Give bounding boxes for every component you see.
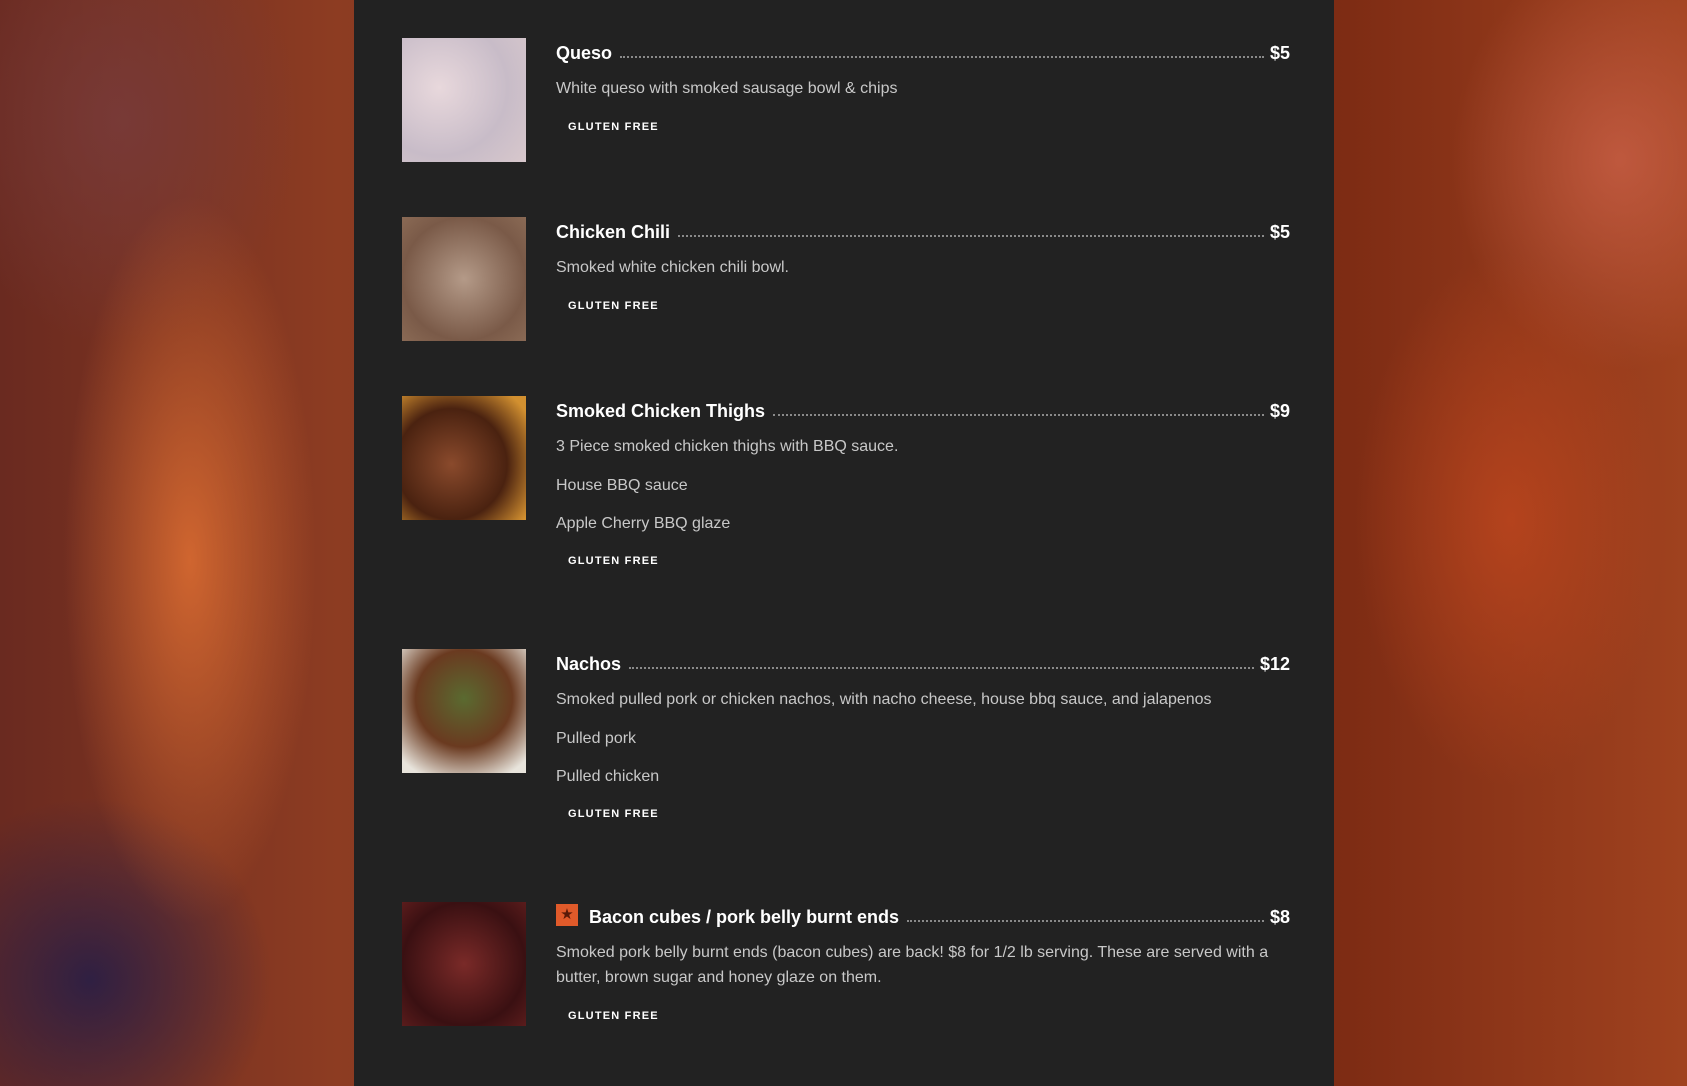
leader-dots: [678, 235, 1264, 237]
menu-item-name: Nachos: [556, 654, 622, 674]
chicken-thighs-photo[interactable]: [402, 396, 526, 520]
menu-item-name: Queso: [556, 43, 613, 63]
menu-item-title-row: Smoked Chicken Thighs $9: [556, 396, 1290, 422]
star-icon: ★: [556, 904, 578, 926]
burnt-ends-photo[interactable]: [402, 902, 526, 1026]
dietary-tag: GLUTEN FREE: [568, 1010, 659, 1022]
leader-dots: [773, 414, 1264, 416]
menu-item-title-row: Chicken Chili $5: [556, 217, 1290, 243]
menu-item-description: Smoked pulled pork or chicken nachos, wi…: [556, 691, 1212, 708]
menu-item-description: Smoked white chicken chili bowl.: [556, 259, 789, 276]
menu-item-body: Nachos $12 Smoked pulled pork or chicken…: [556, 649, 1290, 822]
chicken-chili-photo[interactable]: [402, 217, 526, 341]
menu-item-price: $8: [1269, 907, 1290, 927]
dietary-tag: GLUTEN FREE: [568, 555, 659, 567]
menu-item-name: Bacon cubes / pork belly burnt ends: [589, 907, 900, 927]
menu-item-body: Queso $5 White queso with smoked sausage…: [556, 38, 1290, 135]
nachos-photo[interactable]: [402, 649, 526, 773]
leader-dots: [907, 920, 1264, 922]
menu-item-name: Smoked Chicken Thighs: [556, 401, 766, 421]
dietary-tag: GLUTEN FREE: [568, 300, 659, 312]
menu-item-option[interactable]: House BBQ sauce: [556, 475, 1290, 497]
dietary-tag: GLUTEN FREE: [568, 121, 659, 133]
menu-item-option[interactable]: Apple Cherry BBQ glaze: [556, 513, 1290, 535]
menu-item-price: $5: [1269, 43, 1290, 63]
leader-dots: [620, 56, 1264, 58]
menu-item-option[interactable]: Pulled pork: [556, 728, 1290, 750]
menu-item-price: $5: [1269, 222, 1290, 242]
menu-item-price: $9: [1269, 401, 1290, 421]
menu-item-body: ★ Bacon cubes / pork belly burnt ends $8…: [556, 902, 1290, 1024]
menu-item-title-row: Queso $5: [556, 38, 1290, 64]
menu-item-title-row: ★ Bacon cubes / pork belly burnt ends $8: [556, 902, 1290, 928]
menu-item-description: 3 Piece smoked chicken thighs with BBQ s…: [556, 438, 899, 455]
menu-item-title-row: Nachos $12: [556, 649, 1290, 675]
menu-item-body: Smoked Chicken Thighs $9 3 Piece smoked …: [556, 396, 1290, 569]
menu-panel: Queso $5 White queso with smoked sausage…: [354, 0, 1334, 1086]
leader-dots: [629, 667, 1254, 669]
menu-item-option[interactable]: Pulled chicken: [556, 766, 1290, 788]
menu-item-description: Smoked pork belly burnt ends (bacon cube…: [556, 944, 1269, 986]
dietary-tag: GLUTEN FREE: [568, 808, 659, 820]
menu-item-price: $12: [1259, 654, 1290, 674]
queso-photo[interactable]: [402, 38, 526, 162]
menu-item-name: Chicken Chili: [556, 222, 671, 242]
menu-item-description: White queso with smoked sausage bowl & c…: [556, 80, 898, 97]
menu-item-body: Chicken Chili $5 Smoked white chicken ch…: [556, 217, 1290, 314]
